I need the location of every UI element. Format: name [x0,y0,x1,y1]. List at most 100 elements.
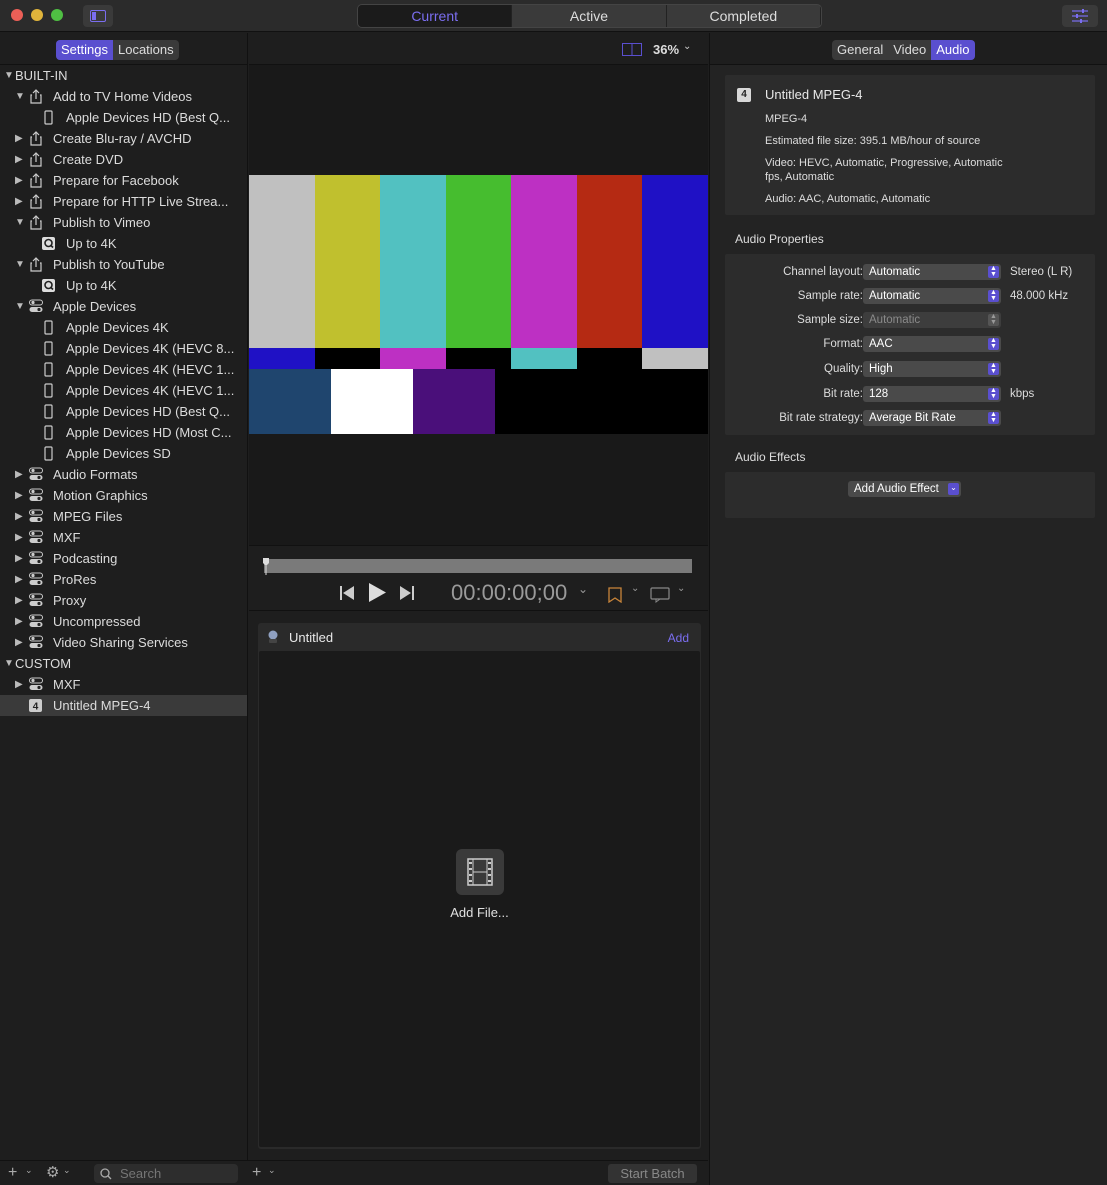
sidebar-item[interactable]: Apple Devices 4K (HEVC 1... [0,359,247,380]
sidebar-item[interactable]: ▶ Proxy [0,590,247,611]
sidebar-item[interactable]: Apple Devices HD (Best Q... [0,107,247,128]
search-input[interactable] [120,1166,232,1181]
sidebar-item[interactable]: Up to 4K [0,233,247,254]
timecode-chevron-icon[interactable]: ⌄ [578,582,588,596]
sidebar-item[interactable]: ▶ Podcasting [0,548,247,569]
gear-icon[interactable]: ⚙ [46,1163,59,1181]
disclosure-open-icon[interactable]: ▼ [4,65,14,86]
sidebar-item[interactable]: ▼ Apple Devices [0,296,247,317]
close-window-button[interactable] [11,9,23,21]
sidebar-item[interactable]: ▶ Motion Graphics [0,485,247,506]
property-popup[interactable]: Average Bit Rate ▲ ▼ [863,410,1001,426]
batch-drop-area[interactable]: Add File... [259,651,700,1147]
disclosure-closed-icon[interactable]: ▶ [15,149,23,170]
disclosure-open-icon[interactable]: ▼ [15,296,25,317]
sidebar-item[interactable]: Apple Devices HD (Best Q... [0,401,247,422]
zoom-level[interactable]: 36% [653,42,679,57]
caption-chevron-icon[interactable]: ⌄ [677,583,685,594]
property-popup[interactable]: 128 ▲ ▼ [863,386,1001,402]
disclosure-open-icon[interactable]: ▼ [15,254,25,275]
sidebar-item[interactable]: Apple Devices SD [0,443,247,464]
tab-video[interactable]: Video [888,40,931,60]
zoom-chevron-icon[interactable]: ⌄ [683,41,691,52]
viewer-display-icon[interactable] [622,43,642,56]
disclosure-closed-icon[interactable]: ▶ [15,674,23,695]
caption-icon[interactable] [650,587,670,603]
sidebar-item[interactable]: Apple Devices 4K (HEVC 8... [0,338,247,359]
sidebar-item[interactable]: ▶ Audio Formats [0,464,247,485]
sidebar-item[interactable]: ▶ Uncompressed [0,611,247,632]
toggle-inspector-button[interactable] [1062,5,1098,27]
sidebar-item[interactable]: Apple Devices 4K (HEVC 1... [0,380,247,401]
tab-completed[interactable]: Completed [667,5,821,27]
disclosure-closed-icon[interactable]: ▶ [15,170,23,191]
sidebar-item[interactable]: ▼ Publish to Vimeo [0,212,247,233]
summary-title[interactable]: Untitled MPEG-4 [765,87,863,102]
tab-general[interactable]: General [832,40,888,60]
disclosure-closed-icon[interactable]: ▶ [15,464,23,485]
play-icon[interactable] [367,582,387,603]
zoom-window-button[interactable] [51,9,63,21]
disclosure-closed-icon[interactable]: ▶ [15,506,23,527]
minimize-window-button[interactable] [31,9,43,21]
disclosure-open-icon[interactable]: ▼ [15,212,25,233]
timeline-scrubber[interactable] [264,559,692,573]
bookmark-icon[interactable] [607,587,623,603]
add-batch-icon[interactable]: + [252,1164,261,1182]
property-popup[interactable]: High ▲ ▼ [863,361,1001,377]
go-to-end-icon[interactable] [399,585,415,601]
property-popup[interactable]: Automatic ▲ ▼ [863,288,1001,304]
add-audio-effect-popup[interactable]: Add Audio Effect ⌄ [848,481,961,497]
add-batch-chevron-icon[interactable]: ⌄ [268,1165,276,1176]
add-setting-chevron-icon[interactable]: ⌄ [25,1165,33,1176]
tab-active[interactable]: Active [512,5,667,27]
tab-locations[interactable]: Locations [113,40,179,60]
tab-audio[interactable]: Audio [931,40,975,60]
add-setting-icon[interactable]: + [8,1164,17,1182]
start-batch-button[interactable]: Start Batch [608,1164,697,1183]
sidebar-item[interactable]: 4 Untitled MPEG-4 [0,695,247,716]
add-link[interactable]: Add [668,631,689,645]
sidebar-item[interactable]: ▶ Create DVD [0,149,247,170]
sidebar-item-label: ProRes [53,572,97,587]
disclosure-closed-icon[interactable]: ▶ [15,611,23,632]
disclosure-closed-icon[interactable]: ▶ [15,569,23,590]
batch-title[interactable]: Untitled [289,630,333,645]
sidebar-item[interactable]: ▼ CUSTOM [0,653,247,674]
disclosure-closed-icon[interactable]: ▶ [15,548,23,569]
gear-chevron-icon[interactable]: ⌄ [63,1165,71,1176]
sidebar-item[interactable]: ▶ ProRes [0,569,247,590]
disclosure-closed-icon[interactable]: ▶ [15,128,23,149]
search-field[interactable] [94,1164,238,1183]
playhead-icon[interactable] [262,557,270,575]
tab-settings[interactable]: Settings [56,40,113,60]
go-to-start-icon[interactable] [339,585,355,601]
add-file-label[interactable]: Add File... [259,905,700,920]
disclosure-closed-icon[interactable]: ▶ [15,485,23,506]
sidebar-item[interactable]: ▶ Prepare for HTTP Live Strea... [0,191,247,212]
sidebar-item[interactable]: ▶ MXF [0,674,247,695]
property-popup[interactable]: AAC ▲ ▼ [863,336,1001,352]
disclosure-open-icon[interactable]: ▼ [4,653,14,674]
sidebar-item[interactable]: ▼ BUILT-IN [0,65,247,86]
sidebar-item[interactable]: ▶ MXF [0,527,247,548]
sidebar-item[interactable]: ▼ Add to TV Home Videos [0,86,247,107]
disclosure-closed-icon[interactable]: ▶ [15,632,23,653]
sidebar-item[interactable]: ▶ MPEG Files [0,506,247,527]
sidebar-item[interactable]: ▶ Video Sharing Services [0,632,247,653]
sidebar-item[interactable]: ▼ Publish to YouTube [0,254,247,275]
disclosure-closed-icon[interactable]: ▶ [15,191,23,212]
toggle-sidebar-button[interactable] [83,5,113,27]
bookmark-chevron-icon[interactable]: ⌄ [631,583,639,594]
disclosure-open-icon[interactable]: ▼ [15,86,25,107]
sidebar-item[interactable]: Apple Devices HD (Most C... [0,422,247,443]
add-file-button[interactable] [456,849,504,895]
tab-current[interactable]: Current [358,5,513,27]
sidebar-item[interactable]: ▶ Create Blu-ray / AVCHD [0,128,247,149]
property-popup[interactable]: Automatic ▲ ▼ [863,264,1001,280]
disclosure-closed-icon[interactable]: ▶ [15,527,23,548]
sidebar-item[interactable]: Apple Devices 4K [0,317,247,338]
sidebar-item[interactable]: ▶ Prepare for Facebook [0,170,247,191]
sidebar-item[interactable]: Up to 4K [0,275,247,296]
disclosure-closed-icon[interactable]: ▶ [15,590,23,611]
